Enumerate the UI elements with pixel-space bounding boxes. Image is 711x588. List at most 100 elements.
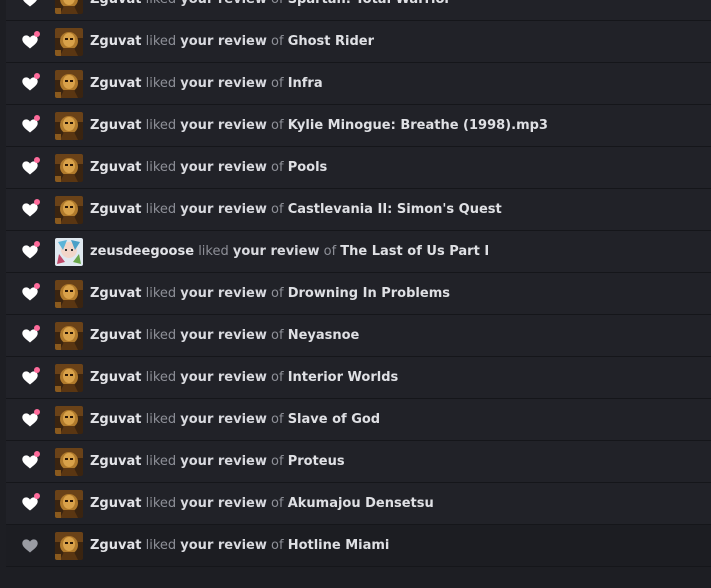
unread-dot: [34, 451, 40, 457]
your-review-link[interactable]: your review: [180, 76, 267, 91]
avatar[interactable]: [55, 0, 83, 14]
username-link[interactable]: Zguvat: [90, 118, 141, 133]
heart-icon: [22, 325, 40, 343]
notification-row[interactable]: Zguvat liked your review of Interior Wor…: [6, 357, 711, 399]
of-text: of: [271, 76, 284, 91]
notification-row[interactable]: Zguvat liked your review of Hotline Miam…: [6, 525, 711, 567]
username-link[interactable]: Zguvat: [90, 286, 141, 301]
notification-text: Zguvat liked your review of Spartan: Tot…: [90, 0, 451, 21]
game-title-link[interactable]: Infra: [288, 76, 323, 91]
game-title-link[interactable]: Slave of God: [288, 412, 380, 427]
notification-text: Zguvat liked your review of Infra: [90, 63, 323, 105]
username-link[interactable]: Zguvat: [90, 496, 141, 511]
your-review-link[interactable]: your review: [180, 538, 267, 553]
notification-row[interactable]: zeusdeegoose liked your review of The La…: [6, 231, 711, 273]
your-review-link[interactable]: your review: [180, 202, 267, 217]
avatar[interactable]: [55, 364, 83, 392]
game-title-link[interactable]: Hotline Miami: [288, 538, 390, 553]
notification-row[interactable]: Zguvat liked your review of Ghost Rider: [6, 21, 711, 63]
notification-text: Zguvat liked your review of Interior Wor…: [90, 357, 398, 399]
game-title-link[interactable]: Interior Worlds: [288, 370, 399, 385]
unread-dot: [34, 115, 40, 121]
game-title-link[interactable]: Drowning In Problems: [288, 286, 450, 301]
your-review-link[interactable]: your review: [180, 328, 267, 343]
heart-icon: [22, 0, 38, 7]
your-review-link[interactable]: your review: [180, 286, 267, 301]
heart-icon: [22, 409, 40, 427]
unread-dot: [34, 325, 40, 331]
avatar[interactable]: [55, 112, 83, 140]
game-title-link[interactable]: Kylie Minogue: Breathe (1998).mp3: [288, 118, 548, 133]
your-review-link[interactable]: your review: [180, 454, 267, 469]
notification-row[interactable]: Zguvat liked your review of Proteus: [6, 441, 711, 483]
game-title-link[interactable]: Akumajou Densetsu: [288, 496, 434, 511]
your-review-link[interactable]: your review: [180, 160, 267, 175]
unread-dot: [34, 241, 40, 247]
heart-icon: [22, 539, 38, 553]
liked-text: liked: [145, 538, 177, 553]
avatar[interactable]: [55, 532, 83, 560]
avatar[interactable]: [55, 238, 83, 266]
notification-text: Zguvat liked your review of Proteus: [90, 441, 345, 483]
avatar[interactable]: [55, 448, 83, 476]
username-link[interactable]: Zguvat: [90, 34, 141, 49]
heart-icon: [22, 199, 40, 217]
username-link[interactable]: Zguvat: [90, 454, 141, 469]
liked-text: liked: [145, 160, 177, 175]
username-link[interactable]: Zguvat: [90, 160, 141, 175]
your-review-link[interactable]: your review: [180, 412, 267, 427]
notification-row[interactable]: Zguvat liked your review of Slave of God: [6, 399, 711, 441]
notification-text: Zguvat liked your review of Akumajou Den…: [90, 483, 434, 525]
liked-text: liked: [145, 412, 177, 427]
username-link[interactable]: zeusdeegoose: [90, 244, 194, 259]
game-title-link[interactable]: The Last of Us Part I: [340, 244, 489, 259]
avatar[interactable]: [55, 406, 83, 434]
heart-icon: [22, 493, 40, 511]
username-link[interactable]: Zguvat: [90, 0, 141, 7]
notification-row[interactable]: Zguvat liked your review of Akumajou Den…: [6, 483, 711, 525]
notification-row[interactable]: Zguvat liked your review of Spartan: Tot…: [6, 0, 711, 21]
your-review-link[interactable]: your review: [180, 34, 267, 49]
your-review-link[interactable]: your review: [180, 496, 267, 511]
of-text: of: [271, 412, 284, 427]
avatar[interactable]: [55, 322, 83, 350]
username-link[interactable]: Zguvat: [90, 370, 141, 385]
username-link[interactable]: Zguvat: [90, 328, 141, 343]
game-title-link[interactable]: Spartan: Total Warrior: [288, 0, 451, 7]
unread-dot: [34, 199, 40, 205]
game-title-link[interactable]: Castlevania II: Simon's Quest: [288, 202, 502, 217]
avatar[interactable]: [55, 70, 83, 98]
notification-row[interactable]: Zguvat liked your review of Kylie Minogu…: [6, 105, 711, 147]
notification-row[interactable]: Zguvat liked your review of Infra: [6, 63, 711, 105]
avatar[interactable]: [55, 490, 83, 518]
heart-icon: [22, 451, 40, 469]
liked-text: liked: [146, 0, 177, 7]
liked-text: liked: [145, 496, 177, 511]
your-review-link[interactable]: your review: [180, 118, 267, 133]
avatar[interactable]: [55, 196, 83, 224]
notification-text: Zguvat liked your review of Ghost Rider: [90, 21, 374, 63]
liked-text: liked: [145, 34, 177, 49]
game-title-link[interactable]: Neyasnoe: [288, 328, 360, 343]
notification-row[interactable]: Zguvat liked your review of Pools: [6, 147, 711, 189]
avatar[interactable]: [55, 280, 83, 308]
notification-row[interactable]: Zguvat liked your review of Neyasnoe: [6, 315, 711, 357]
of-text: of: [271, 496, 284, 511]
game-title-link[interactable]: Pools: [288, 160, 328, 175]
notification-row[interactable]: Zguvat liked your review of Castlevania …: [6, 189, 711, 231]
unread-dot: [34, 409, 40, 415]
of-text: of: [271, 160, 284, 175]
username-link[interactable]: Zguvat: [90, 538, 141, 553]
username-link[interactable]: Zguvat: [90, 76, 141, 91]
username-link[interactable]: Zguvat: [90, 412, 141, 427]
notification-text: Zguvat liked your review of Drowning In …: [90, 273, 450, 315]
your-review-link[interactable]: your review: [180, 0, 267, 7]
avatar[interactable]: [55, 154, 83, 182]
game-title-link[interactable]: Ghost Rider: [288, 34, 374, 49]
game-title-link[interactable]: Proteus: [288, 454, 345, 469]
your-review-link[interactable]: your review: [180, 370, 267, 385]
username-link[interactable]: Zguvat: [90, 202, 141, 217]
notification-row[interactable]: Zguvat liked your review of Drowning In …: [6, 273, 711, 315]
avatar[interactable]: [55, 28, 83, 56]
your-review-link[interactable]: your review: [233, 244, 320, 259]
